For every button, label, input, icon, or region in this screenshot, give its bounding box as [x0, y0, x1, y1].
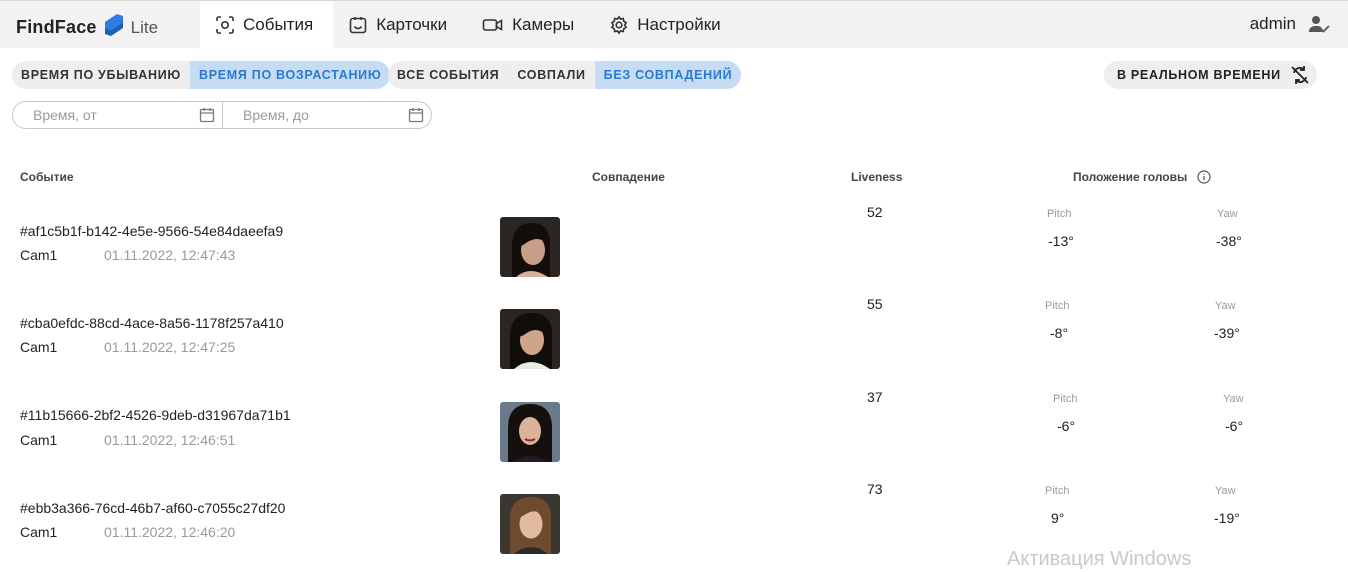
pitch-label: Pitch	[1047, 208, 1072, 220]
app-edition: Lite	[130, 17, 159, 37]
nav-tab-events[interactable]: События	[200, 1, 334, 49]
liveness-value: 37	[867, 389, 883, 405]
yaw-value: -19°	[1214, 510, 1240, 526]
match-filter-group: ВСЕ СОБЫТИЯ СОВПАЛИ БЕЗ СОВПАДЕНИЙ	[388, 61, 742, 89]
main-nav: События Карточки Камеры Настройки	[200, 1, 741, 49]
liveness-value: 55	[867, 296, 883, 312]
event-row[interactable]: #af1c5b1f-b142-4e5e-9566-54e84daeefa9 Ca…	[0, 200, 1348, 292]
realtime-toggle-button[interactable]: В РЕАЛЬНОМ ВРЕМЕНИ	[1104, 61, 1317, 89]
column-header-head-pose: Положение головы	[1073, 170, 1211, 184]
date-range-filter	[12, 101, 432, 129]
nav-tab-settings[interactable]: Настройки	[594, 1, 740, 49]
date-from-field	[13, 102, 222, 128]
yaw-value: -38°	[1216, 233, 1242, 249]
yaw-label: Yaw	[1223, 393, 1244, 405]
event-time: 01.11.2022, 12:47:25	[104, 339, 236, 355]
event-id[interactable]: #af1c5b1f-b142-4e5e-9566-54e84daeefa9	[20, 223, 283, 239]
yaw-label: Yaw	[1215, 300, 1236, 312]
filter-matched-button[interactable]: СОВПАЛИ	[508, 61, 594, 89]
pitch-label: Pitch	[1045, 485, 1070, 497]
focus-frame-icon	[216, 16, 234, 34]
app-logo[interactable]: FindFace Lite	[16, 12, 158, 43]
event-camera: Cam1	[20, 432, 58, 448]
nav-tab-label: Настройки	[637, 15, 721, 34]
calendar-icon[interactable]	[408, 107, 424, 123]
pitch-value: -13°	[1048, 233, 1074, 249]
camera-icon	[482, 19, 503, 31]
findface-logo-icon	[103, 12, 125, 43]
head-pose-header-label: Положение головы	[1073, 170, 1188, 184]
card-icon	[349, 17, 367, 34]
event-row[interactable]: #cba0efdc-88cd-4ace-8a56-1178f257a410 Ca…	[0, 292, 1348, 384]
column-header-match: Совпадение	[592, 170, 665, 184]
event-id[interactable]: #cba0efdc-88cd-4ace-8a56-1178f257a410	[20, 315, 284, 331]
pitch-label: Pitch	[1053, 393, 1078, 405]
user-menu[interactable]: admin	[1250, 14, 1330, 34]
windows-activation-watermark: Активация Windows	[1007, 548, 1192, 570]
filter-all-events-button[interactable]: ВСЕ СОБЫТИЯ	[388, 61, 508, 89]
gear-icon	[611, 15, 628, 35]
sort-asc-button[interactable]: ВРЕМЯ ПО ВОЗРАСТАНИЮ	[189, 61, 391, 89]
face-thumbnail[interactable]	[500, 494, 560, 554]
event-camera: Cam1	[20, 339, 58, 355]
date-to-field	[222, 102, 431, 128]
date-from-input[interactable]	[13, 107, 183, 123]
pitch-value: -6°	[1057, 418, 1076, 434]
event-id[interactable]: #ebb3a366-76cd-46b7-af60-c7055c27df20	[20, 500, 285, 516]
event-camera: Cam1	[20, 247, 58, 263]
yaw-value: -6°	[1225, 418, 1244, 434]
pitch-value: -8°	[1050, 325, 1069, 341]
yaw-label: Yaw	[1217, 208, 1238, 220]
event-id[interactable]: #11b15666-2bf2-4526-9deb-d31967da71b1	[20, 407, 291, 423]
column-header-liveness: Liveness	[851, 170, 903, 184]
event-camera: Cam1	[20, 524, 58, 540]
nav-tab-label: События	[243, 15, 314, 34]
sort-toggle-group: ВРЕМЯ ПО УБЫВАНИЮ ВРЕМЯ ПО ВОЗРАСТАНИЮ	[12, 61, 391, 89]
username: admin	[1249, 14, 1296, 33]
user-check-icon	[1309, 16, 1330, 33]
app-name: FindFace	[16, 17, 97, 37]
filter-unmatched-button[interactable]: БЕЗ СОВПАДЕНИЙ	[594, 61, 742, 89]
event-time: 01.11.2022, 12:46:51	[104, 432, 236, 448]
event-time: 01.11.2022, 12:47:43	[104, 247, 236, 263]
yaw-value: -39°	[1214, 325, 1240, 341]
face-thumbnail[interactable]	[500, 217, 560, 277]
pitch-label: Pitch	[1045, 300, 1070, 312]
sort-desc-button[interactable]: ВРЕМЯ ПО УБЫВАНИЮ	[12, 61, 190, 89]
date-to-input[interactable]	[223, 107, 393, 123]
nav-tab-cameras[interactable]: Камеры	[467, 1, 594, 49]
realtime-label: В РЕАЛЬНОМ ВРЕМЕНИ	[1117, 68, 1281, 82]
face-thumbnail[interactable]	[500, 402, 560, 462]
info-icon[interactable]	[1196, 170, 1211, 184]
calendar-icon[interactable]	[199, 107, 215, 123]
event-row[interactable]: #11b15666-2bf2-4526-9deb-d31967da71b1 Ca…	[0, 385, 1348, 477]
top-navigation-bar: FindFace Lite События Карточки Камеры На…	[0, 0, 1348, 49]
liveness-value: 73	[867, 481, 883, 497]
yaw-label: Yaw	[1215, 485, 1236, 497]
pitch-value: 9°	[1051, 510, 1065, 526]
sync-off-icon	[1291, 66, 1309, 84]
nav-tab-label: Карточки	[376, 15, 448, 34]
face-thumbnail[interactable]	[500, 309, 560, 369]
column-header-event: Событие	[20, 170, 74, 184]
event-time: 01.11.2022, 12:46:20	[104, 524, 236, 540]
liveness-value: 52	[867, 204, 883, 220]
nav-tab-cards[interactable]: Карточки	[333, 1, 467, 49]
nav-tab-label: Камеры	[512, 15, 575, 34]
